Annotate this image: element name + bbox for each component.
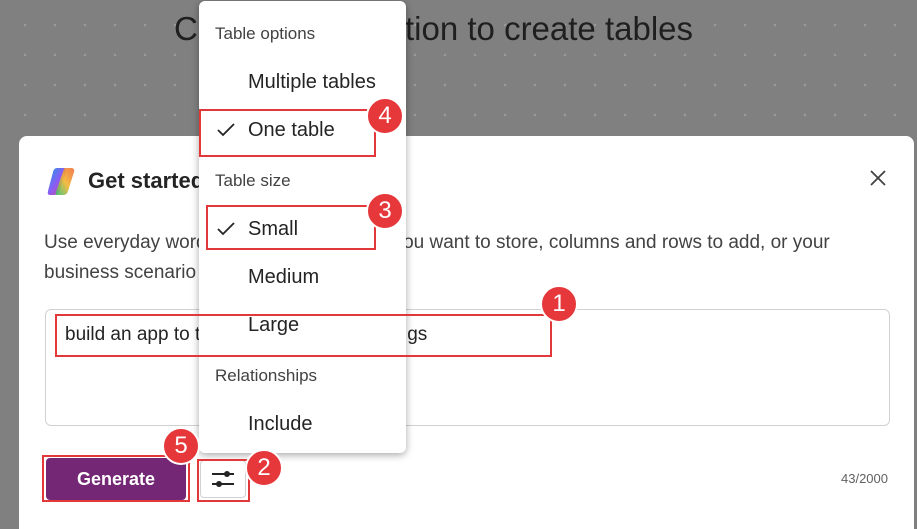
generate-button[interactable]: Generate	[46, 458, 186, 500]
menu-item-label: Multiple tables	[248, 70, 376, 93]
prompt-input[interactable]: build an app to track the property showi…	[45, 309, 890, 426]
close-button[interactable]	[866, 166, 890, 190]
character-counter: 43/2000	[841, 471, 888, 486]
menu-item-medium[interactable]: Medium	[199, 257, 406, 297]
menu-item-label: Large	[248, 313, 300, 336]
menu-item-label: Medium	[248, 265, 320, 288]
step-badge-4: 4	[366, 97, 404, 135]
dialog-header: Get started	[44, 164, 204, 198]
step-badge-5: 5	[162, 427, 200, 465]
step-badge-2: 2	[245, 449, 283, 487]
menu-item-label: Include	[248, 412, 313, 435]
dialog-description: Use everyday words to describe the data …	[44, 232, 830, 283]
page-title: C tion to create tables	[174, 10, 694, 47]
table-settings-button[interactable]	[200, 460, 246, 498]
menu-header-table-size: Table size	[215, 171, 291, 190]
sliders-icon	[212, 471, 234, 487]
step-badge-3: 3	[366, 192, 404, 230]
dialog-title: Get started	[88, 168, 205, 193]
menu-item-multiple-tables[interactable]: Multiple tables	[199, 62, 406, 102]
menu-header-table-options: Table options	[215, 24, 316, 43]
menu-item-include[interactable]: Include	[199, 404, 406, 444]
close-icon	[870, 170, 886, 186]
copilot-icon	[47, 168, 75, 195]
menu-item-label: One table	[248, 118, 335, 141]
checkmark-icon	[216, 123, 235, 137]
menu-item-large[interactable]: Large	[199, 305, 406, 345]
checkmark-icon	[216, 222, 235, 236]
get-started-dialog: Get started Use everyday words to descri…	[19, 136, 914, 529]
step-badge-1: 1	[540, 285, 578, 323]
menu-item-label: Small	[248, 217, 299, 240]
menu-header-relationships: Relationships	[215, 366, 318, 385]
